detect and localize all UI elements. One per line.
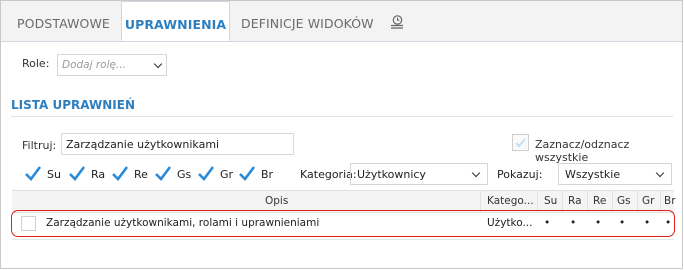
category-select[interactable]: Użytkownicy <box>350 163 488 185</box>
row-highlight <box>11 210 675 237</box>
tab-definicje-widokow[interactable]: DEFINICJE WIDOKÓW <box>241 1 374 41</box>
checkbox-ra-label: Ra <box>91 168 106 181</box>
show-label: Pokazuj: <box>497 168 543 181</box>
role-placeholder: Dodaj rolę... <box>62 59 126 71</box>
toggle-all-label: Zaznacz/odznacz wszystkie <box>535 138 630 164</box>
checkbox-gr-label: Gr <box>220 168 234 181</box>
tab-podstawowe[interactable]: PODSTAWOWE <box>17 1 110 41</box>
column-divider <box>480 191 481 212</box>
checkbox-re-label: Re <box>134 168 148 181</box>
tab-bar: PODSTAWOWE UPRAWNIENIA DEFINICJE WIDOKÓW <box>1 1 682 42</box>
role-select[interactable]: Dodaj rolę... <box>57 54 167 76</box>
column-ra[interactable]: Ra <box>568 195 582 207</box>
checkbox-br-label: Br <box>261 168 274 181</box>
chevron-down-icon <box>471 168 481 178</box>
chevron-down-icon <box>655 168 665 178</box>
checkbox-br[interactable] <box>238 164 256 182</box>
filter-label: Filtruj: <box>22 139 57 152</box>
section-title: LISTA UPRAWNIEŃ <box>11 98 135 112</box>
column-kategoria[interactable]: Katego... <box>487 195 534 207</box>
column-divider <box>660 191 661 212</box>
column-gs[interactable]: Gs <box>617 195 631 207</box>
checkbox-su-label: Su <box>47 168 61 181</box>
checkbox-ra[interactable] <box>68 164 86 182</box>
checkbox-gr[interactable] <box>197 164 215 182</box>
checkbox-gs-label: Gs <box>177 168 192 181</box>
column-divider <box>537 191 538 212</box>
section-divider <box>11 116 673 117</box>
column-divider <box>587 191 588 212</box>
role-label: Role: <box>22 57 50 70</box>
checkbox-su[interactable] <box>24 164 42 182</box>
category-label: Kategoria: <box>300 168 357 181</box>
column-gr[interactable]: Gr <box>642 195 654 207</box>
show-select[interactable]: Wszystkie <box>558 163 672 185</box>
tab-uprawnienia[interactable]: UPRAWNIENIA <box>121 1 230 41</box>
column-divider <box>562 191 563 212</box>
chevron-down-icon <box>153 59 163 69</box>
show-value: Wszystkie <box>565 168 621 181</box>
column-re[interactable]: Re <box>593 195 606 207</box>
column-divider <box>637 191 638 212</box>
filter-value: Zarządzanie użytkownikami <box>66 138 220 151</box>
grid-bottom-border <box>12 239 674 240</box>
checkbox-re[interactable] <box>111 164 129 182</box>
toggle-all-checkbox[interactable] <box>512 134 529 151</box>
column-divider <box>612 191 613 212</box>
history-icon[interactable] <box>389 14 405 30</box>
column-su[interactable]: Su <box>544 195 557 207</box>
checkbox-gs[interactable] <box>154 164 172 182</box>
column-opis[interactable]: Opis <box>265 195 288 207</box>
category-value: Użytkownicy <box>357 168 426 181</box>
filter-input[interactable]: Zarządzanie użytkownikami <box>61 133 294 155</box>
column-br[interactable]: Br <box>664 195 676 207</box>
checkmark-icon <box>515 138 526 148</box>
